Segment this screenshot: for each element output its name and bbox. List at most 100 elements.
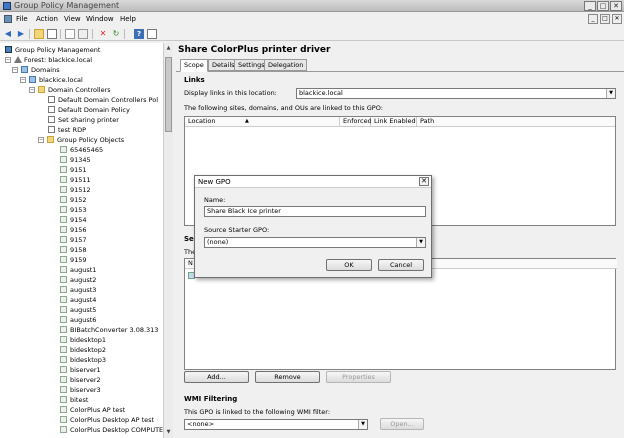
domain-icon xyxy=(29,76,36,83)
collapse-icon[interactable]: − xyxy=(5,57,11,63)
gpo-icon xyxy=(60,276,67,283)
column-header-link-enabled[interactable]: Link Enabled xyxy=(371,117,417,127)
paste-icon[interactable] xyxy=(78,29,88,39)
wmi-filter-select[interactable]: <none> ▼ xyxy=(184,419,368,430)
console-tree: Group Policy Management − Forest: blacki… xyxy=(0,43,173,438)
gpo-icon xyxy=(60,356,67,363)
refresh-icon[interactable]: ↻ xyxy=(111,29,121,39)
forest-icon xyxy=(14,56,22,63)
collapse-icon[interactable]: − xyxy=(38,137,44,143)
collapse-icon[interactable]: − xyxy=(29,87,35,93)
tree-scrollbar[interactable]: ▲ ▼ xyxy=(163,43,173,438)
gpo-folder-icon xyxy=(47,136,54,143)
linked-text: The following sites, domains, and OUs ar… xyxy=(184,104,383,112)
gpo-icon xyxy=(60,176,67,183)
column-header-path[interactable]: Path xyxy=(417,117,615,127)
gpo-icon xyxy=(60,296,67,303)
mdi-minimize-button[interactable]: _ xyxy=(588,14,598,24)
gpo-link-icon xyxy=(48,116,55,123)
chevron-down-icon: ▼ xyxy=(416,238,425,247)
gpo-icon xyxy=(60,206,67,213)
tree-item-label: august3 xyxy=(70,286,97,294)
maximize-button[interactable]: □ xyxy=(597,1,609,11)
menu-action[interactable]: Action xyxy=(36,15,58,23)
column-label: Location xyxy=(188,117,216,125)
gpo-name-input[interactable]: Share Black Ice printer xyxy=(204,206,426,217)
gpo-link-icon xyxy=(48,106,55,113)
tree-item-label: 9151 xyxy=(70,166,87,174)
gpo-icon xyxy=(60,306,67,313)
toolbar-separator xyxy=(92,29,93,39)
tree-item-label: test RDP xyxy=(58,126,86,134)
menu-view[interactable]: View xyxy=(64,15,81,23)
ok-button[interactable]: OK xyxy=(326,259,372,271)
tree-item-label: bidesktop2 xyxy=(70,346,106,354)
up-folder-icon[interactable] xyxy=(34,29,44,39)
mdi-close-button[interactable]: ✕ xyxy=(612,14,622,24)
cancel-button[interactable]: Cancel xyxy=(378,259,424,271)
wmi-filter-value: <none> xyxy=(187,420,215,428)
gpo-icon xyxy=(60,286,67,293)
show-hide-tree-icon[interactable] xyxy=(47,29,57,39)
tree-item-label: 9158 xyxy=(70,246,87,254)
tree-item-label: ColorPlus Desktop AP test xyxy=(70,416,155,424)
toolbar-separator xyxy=(60,29,61,39)
menu-help[interactable]: Help xyxy=(120,15,136,23)
scroll-up-icon[interactable]: ▲ xyxy=(164,44,173,53)
tree-item-label: 9159 xyxy=(70,256,87,264)
minimize-button[interactable]: _ xyxy=(584,1,596,11)
close-button[interactable]: ✕ xyxy=(610,1,622,11)
tree-item-label: bidesktop1 xyxy=(70,336,106,344)
window-title: Group Policy Management xyxy=(14,1,120,10)
menu-window[interactable]: Window xyxy=(86,15,114,23)
gpo-icon xyxy=(60,376,67,383)
gpo-icon xyxy=(60,406,67,413)
gpo-icon xyxy=(60,386,67,393)
app-icon xyxy=(3,2,11,10)
delete-icon[interactable]: ✕ xyxy=(98,29,108,39)
tree-item-label: Default Domain Controllers Pol xyxy=(58,96,159,104)
gpo-icon xyxy=(60,156,67,163)
tree-item-label: BIBatchConverter 3.08.313 xyxy=(70,326,159,334)
starter-gpo-value: (none) xyxy=(207,238,229,246)
dialog-close-button[interactable]: ✕ xyxy=(419,177,429,186)
gpo-icon xyxy=(60,146,67,153)
tree-item-label: Forest: blackice.local xyxy=(24,56,93,64)
back-icon[interactable]: ◀ xyxy=(3,29,13,39)
collapse-icon[interactable]: − xyxy=(20,77,26,83)
collapse-icon[interactable]: − xyxy=(12,67,18,73)
gpo-link-icon xyxy=(48,96,55,103)
remove-button[interactable]: Remove xyxy=(255,371,320,383)
copy-icon[interactable] xyxy=(65,29,75,39)
tree-item-label: ColorPlus Desktop COMPUTER xyxy=(70,426,168,434)
gpo-icon xyxy=(60,416,67,423)
mdi-restore-button[interactable]: □ xyxy=(600,14,610,24)
gpm-icon xyxy=(5,46,12,53)
forward-icon[interactable]: ▶ xyxy=(16,29,26,39)
properties-button: Properties xyxy=(326,371,391,383)
help-icon[interactable]: ? xyxy=(134,29,144,39)
tree-item-label: Default Domain Policy xyxy=(58,106,130,114)
tree-item-label: august6 xyxy=(70,316,97,324)
tab-scope[interactable]: Scope xyxy=(180,59,208,72)
gpo-link-icon xyxy=(48,126,55,133)
ou-folder-icon xyxy=(38,86,45,93)
column-header-enforced[interactable]: Enforced xyxy=(340,117,372,127)
scroll-down-icon[interactable]: ▼ xyxy=(164,428,173,437)
menu-file[interactable]: File xyxy=(16,15,28,23)
display-links-select[interactable]: blackice.local ▼ xyxy=(296,88,616,99)
starter-gpo-select[interactable]: (none) ▼ xyxy=(204,237,426,248)
tree-item-label: bidesktop3 xyxy=(70,356,106,364)
tree-item-label: august1 xyxy=(70,266,97,274)
gpo-icon xyxy=(60,246,67,253)
add-button[interactable]: Add... xyxy=(184,371,249,383)
column-header-location[interactable]: Location ▲ xyxy=(185,117,340,127)
gpo-icon xyxy=(60,166,67,173)
tab-delegation[interactable]: Delegation xyxy=(264,59,308,71)
wmi-filtering-title: WMI Filtering xyxy=(184,395,238,403)
tree-item-label: biserver2 xyxy=(70,376,101,384)
properties-icon[interactable] xyxy=(147,29,157,39)
menu-bar: File Action View Window Help xyxy=(0,13,624,26)
tree-item-label: 9157 xyxy=(70,236,87,244)
scroll-thumb[interactable] xyxy=(165,57,172,132)
